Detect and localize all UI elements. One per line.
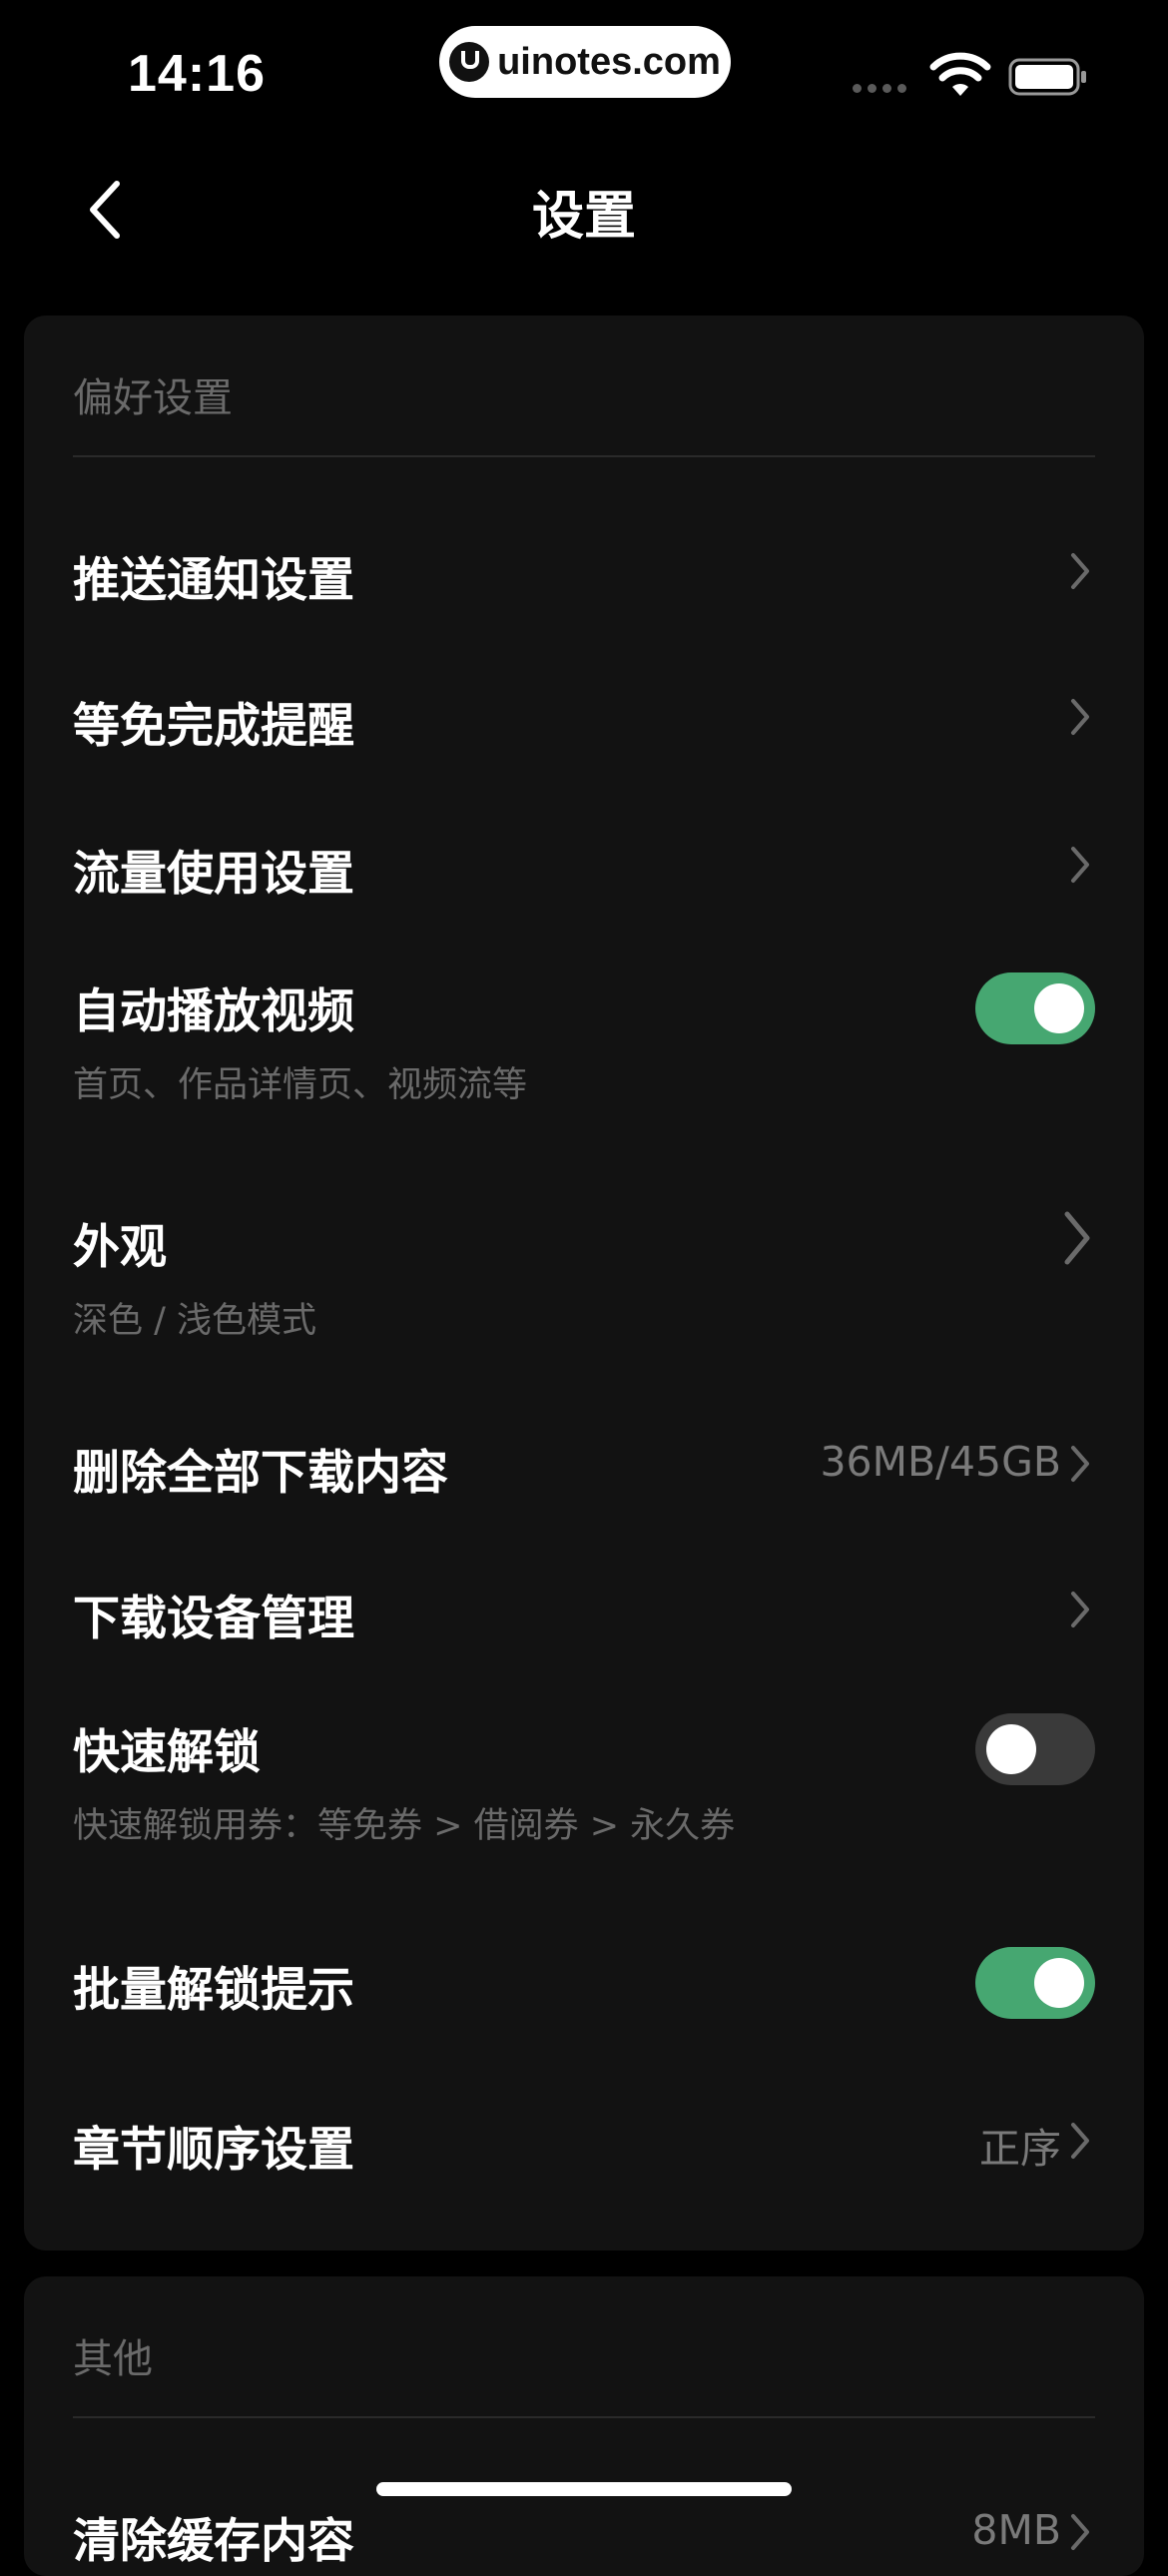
section-header-other: 其他 xyxy=(73,2336,153,2382)
cellular-signal-icon xyxy=(853,84,906,93)
battery-icon xyxy=(1008,58,1086,96)
row-appearance[interactable]: 外观 深色 / 浅色模式 xyxy=(73,1190,1095,1370)
watermark-text: uinotes.com xyxy=(497,40,721,83)
uinotes-logo-icon xyxy=(449,42,490,82)
toggle-knob xyxy=(986,1724,1036,1774)
chevron-right-icon xyxy=(1064,1211,1090,1265)
row-autoplay-video: 自动播放视频 首页、作品详情页、视频流等 xyxy=(73,955,1095,1134)
status-bar: 14:16 uinotes.com xyxy=(0,0,1168,150)
preferences-card: 偏好设置 推送通知设置 等免完成提醒 流量使用设置 自动播放视频 首页、作品详情… xyxy=(24,316,1144,2251)
row-label: 流量使用设置 xyxy=(73,847,354,902)
chevron-right-icon xyxy=(1071,699,1089,735)
chevron-right-icon xyxy=(1071,1446,1089,1482)
cache-size-value: 8MB xyxy=(971,2506,1061,2554)
status-time: 14:16 xyxy=(128,45,266,103)
row-batch-unlock-tip: 批量解锁提示 xyxy=(73,1931,1095,2031)
chapter-order-value: 正序 xyxy=(979,2125,1061,2173)
row-delete-downloads[interactable]: 删除全部下载内容 36MB/45GB xyxy=(73,1414,1095,1514)
toggle-knob xyxy=(1034,983,1084,1033)
chevron-right-icon xyxy=(1071,2514,1089,2550)
toggle-knob xyxy=(1034,1958,1084,2008)
row-data-usage[interactable]: 流量使用设置 xyxy=(73,815,1095,915)
row-label: 推送通知设置 xyxy=(73,553,354,608)
row-label: 等免完成提醒 xyxy=(73,699,354,754)
row-label: 章节顺序设置 xyxy=(73,2123,354,2178)
page-title: 设置 xyxy=(531,187,636,247)
row-label: 外观 xyxy=(73,1220,167,1275)
section-divider xyxy=(73,2416,1095,2418)
quick-unlock-toggle[interactable] xyxy=(975,1713,1095,1785)
row-download-devices[interactable]: 下载设备管理 xyxy=(73,1560,1095,1659)
row-clear-cache[interactable]: 清除缓存内容 8MB xyxy=(73,2482,1095,2576)
row-subtitle: 快速解锁用券：等免券 > 借阅券 > 永久券 xyxy=(73,1806,736,1846)
other-card: 其他 清除缓存内容 8MB xyxy=(24,2276,1144,2576)
row-wait-free-reminder[interactable]: 等免完成提醒 xyxy=(73,667,1095,767)
row-label: 批量解锁提示 xyxy=(73,1963,354,2018)
chevron-right-icon xyxy=(1071,847,1089,883)
row-subtitle: 深色 / 浅色模式 xyxy=(73,1301,317,1341)
row-label: 自动播放视频 xyxy=(73,984,354,1039)
row-quick-unlock: 快速解锁 快速解锁用券：等免券 > 借阅券 > 永久券 xyxy=(73,1689,1095,1869)
section-divider xyxy=(73,455,1095,457)
storage-value: 36MB/45GB xyxy=(820,1438,1061,1486)
row-label: 快速解锁 xyxy=(73,1725,261,1780)
chevron-right-icon xyxy=(1071,1592,1089,1627)
section-header-preferences: 偏好设置 xyxy=(73,375,233,421)
row-push-notifications[interactable]: 推送通知设置 xyxy=(73,521,1095,621)
wifi-icon xyxy=(929,52,991,96)
row-label: 清除缓存内容 xyxy=(73,2514,354,2569)
row-subtitle: 首页、作品详情页、视频流等 xyxy=(73,1065,528,1105)
watermark-badge: uinotes.com xyxy=(439,26,731,98)
home-indicator[interactable] xyxy=(376,2482,792,2496)
row-label: 下载设备管理 xyxy=(73,1592,354,1646)
chevron-right-icon xyxy=(1071,2123,1089,2159)
batch-unlock-tip-toggle[interactable] xyxy=(975,1947,1095,2019)
row-label: 删除全部下载内容 xyxy=(73,1446,448,1501)
navigation-bar: 设置 xyxy=(0,150,1168,270)
chevron-right-icon xyxy=(1071,553,1089,589)
row-chapter-order[interactable]: 章节顺序设置 正序 xyxy=(73,2091,1095,2191)
autoplay-video-toggle[interactable] xyxy=(975,972,1095,1044)
